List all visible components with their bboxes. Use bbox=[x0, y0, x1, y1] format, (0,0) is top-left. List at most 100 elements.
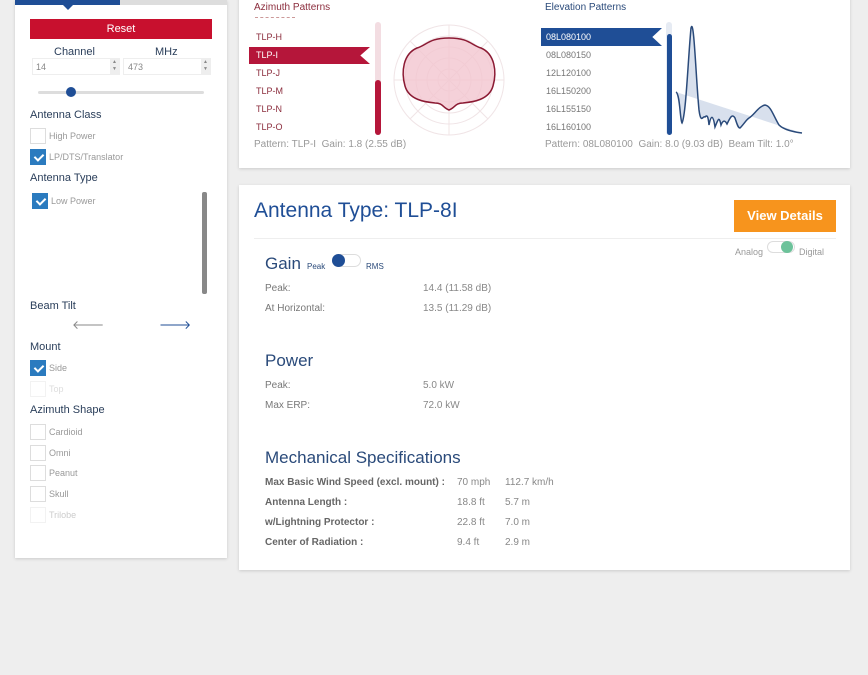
spec-value: 5.0 kW bbox=[423, 380, 455, 391]
scrollbar[interactable] bbox=[202, 192, 207, 294]
spec-value: 18.8 ft bbox=[457, 497, 485, 508]
checkbox-label: Low Power bbox=[51, 196, 96, 206]
tab-inactive[interactable] bbox=[120, 0, 227, 5]
analog-digital-toggle[interactable] bbox=[767, 241, 795, 253]
trilobe-checkbox[interactable] bbox=[30, 507, 46, 523]
checkbox-label: Peanut bbox=[49, 468, 78, 478]
antenna-class-title: Antenna Class bbox=[30, 109, 102, 121]
mhz-label: MHz bbox=[155, 46, 178, 58]
azimuth-item-label: TLP-I bbox=[256, 50, 279, 60]
elevation-scrollbar[interactable] bbox=[666, 22, 672, 135]
elevation-item[interactable]: 16L150200 bbox=[546, 86, 591, 96]
spec-label: Center of Radiation : bbox=[265, 537, 364, 548]
azimuth-item[interactable]: TLP-J bbox=[256, 68, 280, 78]
elevation-item[interactable]: 12L120100 bbox=[546, 68, 591, 78]
spec-label: Max Basic Wind Speed (excl. mount) : bbox=[265, 477, 445, 488]
mhz-value: 473 bbox=[128, 62, 144, 72]
arrow-right-icon[interactable]: 🡒 bbox=[159, 317, 191, 332]
mhz-input[interactable]: 473 ▲ ▼ bbox=[123, 58, 211, 75]
rms-label: RMS bbox=[366, 262, 384, 271]
azimuth-scrollbar[interactable] bbox=[375, 22, 381, 135]
footer-value: 1.8 (2.55 dB) bbox=[348, 139, 407, 150]
spec-value: 112.7 km/h bbox=[505, 477, 554, 488]
toggle-knob bbox=[781, 241, 793, 253]
cardioid-checkbox[interactable] bbox=[30, 424, 46, 440]
spec-value: 13.5 (11.29 dB) bbox=[423, 303, 492, 314]
analog-label: Analog bbox=[735, 247, 764, 257]
checkbox-label: Trilobe bbox=[49, 510, 77, 520]
footer-label: Beam Tilt: bbox=[728, 139, 773, 150]
antenna-details-card: Antenna Type: TLP-8I View Details Analog… bbox=[239, 185, 850, 570]
azimuth-footer: Pattern: TLP-I Gain: 1.8 (2.55 dB) bbox=[254, 139, 406, 150]
scrollbar-thumb[interactable] bbox=[375, 80, 381, 135]
elevation-item[interactable]: 16L155150 bbox=[546, 104, 591, 114]
divider bbox=[254, 238, 836, 239]
footer-value: 08L080100 bbox=[582, 139, 633, 150]
reset-button[interactable]: Reset bbox=[30, 19, 212, 39]
channel-slider[interactable] bbox=[38, 91, 204, 94]
lp-dts-checkbox[interactable] bbox=[30, 149, 46, 165]
mechanical-heading: Mechanical Specifications bbox=[265, 448, 461, 467]
checkbox-label: High Power bbox=[49, 131, 96, 141]
scrollbar-thumb[interactable] bbox=[667, 34, 672, 135]
high-power-checkbox[interactable] bbox=[30, 128, 46, 144]
filter-panel: Reset Channel MHz 14 ▲ ▼ 473 ▲ ▼ Antenna Cla… bbox=[15, 0, 227, 558]
channel-input[interactable]: 14 ▲ ▼ bbox=[32, 58, 120, 75]
spec-value: 5.7 m bbox=[505, 497, 531, 508]
footer-value: 8.0 (9.03 dB) bbox=[665, 139, 723, 150]
spec-label: Antenna Length : bbox=[265, 497, 348, 508]
beam-tilt-title: Beam Tilt bbox=[30, 300, 76, 312]
azimuth-item[interactable]: TLP-H bbox=[256, 32, 282, 42]
elevation-item[interactable]: 16L160100 bbox=[546, 122, 591, 132]
spec-value: 2.9 m bbox=[505, 537, 531, 548]
arrow-left-icon[interactable]: 🡐 bbox=[72, 317, 104, 332]
footer-label: Pattern: bbox=[254, 139, 290, 150]
spec-value: 7.0 m bbox=[505, 517, 531, 528]
azimuth-item[interactable]: TLP-M bbox=[256, 86, 283, 96]
peak-rms-toggle[interactable] bbox=[332, 254, 361, 267]
view-details-button[interactable]: View Details bbox=[734, 200, 836, 232]
channel-label: Channel bbox=[54, 46, 95, 58]
spinner-icon[interactable]: ▲ ▼ bbox=[201, 59, 210, 74]
low-power-checkbox[interactable] bbox=[32, 193, 48, 209]
power-heading: Power bbox=[265, 351, 314, 370]
checkbox-label: Side bbox=[49, 363, 68, 373]
footer-value: TLP-I bbox=[291, 139, 317, 150]
peanut-checkbox[interactable] bbox=[30, 465, 46, 481]
elevation-item-selected[interactable]: 08L080100 bbox=[541, 28, 662, 46]
footer-label: Pattern: bbox=[545, 139, 581, 150]
spec-label: At Horizontal: bbox=[265, 303, 326, 314]
elevation-item[interactable]: 08L080150 bbox=[546, 50, 591, 60]
azimuth-item[interactable]: TLP-N bbox=[256, 104, 282, 114]
spec-value: 9.4 ft bbox=[457, 537, 480, 548]
peak-label: Peak bbox=[307, 262, 326, 271]
gain-heading: Gain bbox=[265, 254, 301, 273]
skull-checkbox[interactable] bbox=[30, 486, 46, 502]
azimuth-item-selected[interactable]: TLP-I bbox=[249, 47, 370, 64]
digital-label: Digital bbox=[799, 247, 825, 257]
tab-pointer bbox=[63, 5, 73, 10]
omni-checkbox[interactable] bbox=[30, 445, 46, 461]
antenna-type-title: Antenna Type bbox=[30, 172, 98, 184]
spinner-icon[interactable]: ▲ ▼ bbox=[110, 59, 119, 74]
azimuth-item-partial bbox=[255, 17, 295, 20]
spec-value: 22.8 ft bbox=[457, 517, 485, 528]
checkbox-label: Omni bbox=[49, 448, 71, 458]
checkbox-label: Top bbox=[49, 384, 64, 394]
elevation-footer: Pattern: 08L080100 Gain: 8.0 (9.03 dB) B… bbox=[545, 139, 794, 150]
slider-thumb[interactable] bbox=[66, 87, 77, 97]
footer-label: Gain: bbox=[321, 139, 346, 150]
azimuth-shape-title: Azimuth Shape bbox=[30, 404, 105, 416]
azimuth-pattern-curve bbox=[402, 37, 496, 111]
elevation-pattern-plot bbox=[675, 25, 803, 134]
spec-label: Max ERP: bbox=[265, 400, 311, 411]
azimuth-item[interactable]: TLP-O bbox=[256, 122, 283, 132]
top-checkbox[interactable] bbox=[30, 381, 46, 397]
checkbox-label: Cardioid bbox=[49, 427, 83, 437]
spec-value: 14.4 (11.58 dB) bbox=[423, 283, 492, 294]
elevation-item-label: 08L080100 bbox=[546, 32, 592, 42]
elevation-pattern-curve bbox=[675, 25, 803, 134]
side-checkbox[interactable] bbox=[30, 360, 46, 376]
spec-value: 70 mph bbox=[457, 477, 491, 488]
spec-label: w/Lightning Protector : bbox=[265, 517, 375, 528]
